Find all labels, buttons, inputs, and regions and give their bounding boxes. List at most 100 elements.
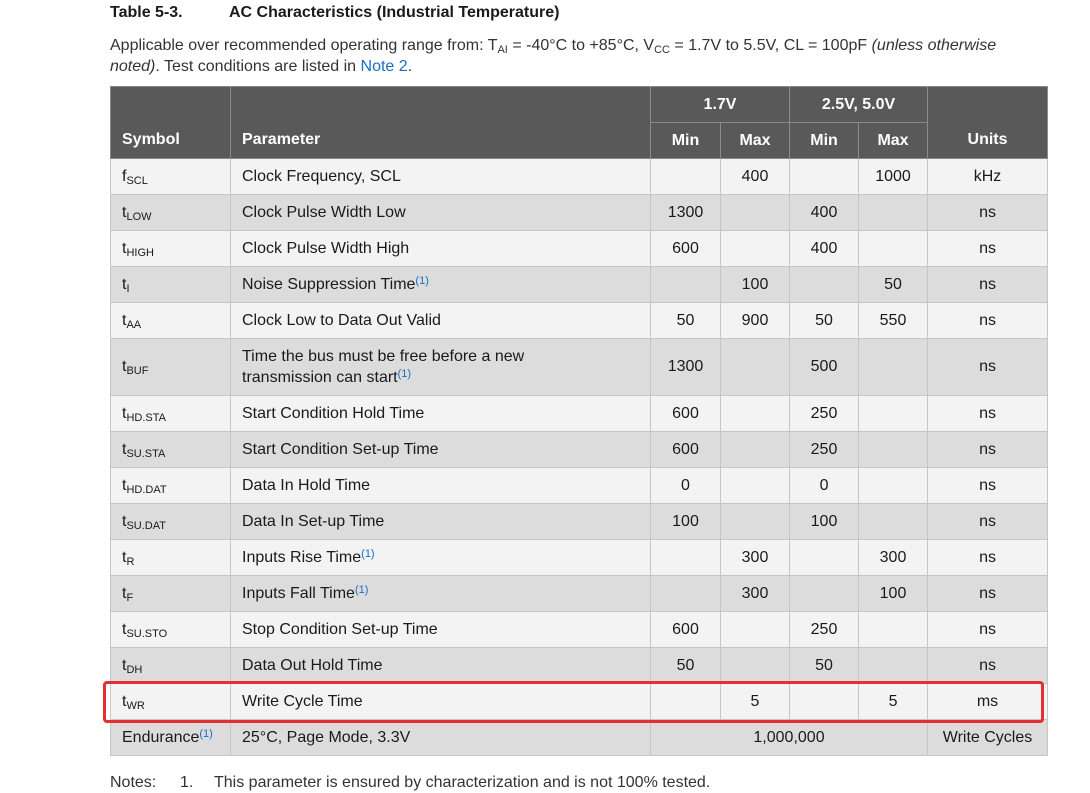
units-cell: ns	[927, 539, 1049, 576]
max-2v5	[858, 230, 929, 267]
endurance-label: Endurance(1)	[110, 719, 231, 756]
units-cell: ns	[927, 503, 1049, 540]
min-2v5: 100	[789, 503, 860, 540]
footnote-ref[interactable]: (1)	[398, 368, 411, 380]
max-1v7	[719, 431, 791, 468]
table-row: tR Inputs Rise Time(1) 300 300 ns	[110, 539, 1049, 576]
max-2v5	[858, 647, 929, 684]
max-1v7: 900	[719, 302, 791, 339]
units-cell: kHz	[927, 158, 1049, 195]
header-units: Units	[927, 86, 1049, 159]
units-cell: ns	[927, 395, 1049, 432]
min-2v5	[789, 683, 860, 720]
symbol-cell: tHD.DAT	[110, 467, 231, 504]
symbol-cell: tDH	[110, 647, 231, 684]
header-group-1-7v: 1.7V	[649, 86, 791, 123]
min-2v5: 250	[789, 431, 860, 468]
min-2v5	[789, 158, 860, 195]
min-2v5: 0	[789, 467, 860, 504]
min-2v5: 50	[789, 647, 860, 684]
intro-text: = 1.7V to 5.5V, CL = 100pF	[669, 37, 872, 54]
parameter-cell: Write Cycle Time	[230, 683, 651, 720]
min-1v7: 0	[650, 467, 721, 504]
min-1v7: 1300	[650, 194, 721, 231]
table-intro: Applicable over recommended operating ra…	[110, 35, 1040, 77]
note-2-link[interactable]: Note 2	[361, 58, 408, 75]
max-2v5: 5	[858, 683, 929, 720]
units-cell: ns	[927, 230, 1049, 267]
min-1v7	[650, 575, 721, 612]
header-group-2-5v-5-0v: 2.5V, 5.0V	[789, 86, 929, 123]
parameter-cell: Time the bus must be free before a new tr…	[230, 338, 651, 396]
header-min: Min	[650, 122, 721, 159]
header-max: Max	[719, 122, 791, 159]
max-2v5: 300	[858, 539, 929, 576]
parameter-cell: Data Out Hold Time	[230, 647, 651, 684]
endurance-row: Endurance(1) 25°C, Page Mode, 3.3V 1,000,0…	[110, 719, 1049, 756]
symbol-cell: tWR	[110, 683, 231, 720]
parameter-cell: Clock Pulse Width Low	[230, 194, 651, 231]
min-2v5: 50	[789, 302, 860, 339]
max-2v5: 550	[858, 302, 929, 339]
max-1v7	[719, 503, 791, 540]
min-2v5: 400	[789, 194, 860, 231]
parameter-cell: Clock Pulse Width High	[230, 230, 651, 267]
min-2v5	[789, 266, 860, 303]
max-1v7	[719, 647, 791, 684]
header-max: Max	[858, 122, 929, 159]
table-row: tSU.STO Stop Condition Set-up Time 600 250 n…	[110, 611, 1049, 648]
symbol-cell: tI	[110, 266, 231, 303]
table-row: tLOW Clock Pulse Width Low 1300 400 ns	[110, 194, 1049, 231]
max-2v5	[858, 194, 929, 231]
table-row: fSCL Clock Frequency, SCL 400 1000 kHz	[110, 158, 1049, 195]
symbol-cell: tAA	[110, 302, 231, 339]
max-1v7: 100	[719, 266, 791, 303]
notes-label: Notes:	[110, 774, 157, 791]
symbol-cell: fSCL	[110, 158, 231, 195]
intro-text: .	[407, 58, 413, 75]
ac-characteristics-table: Symbol Parameter 1.7V 2.5V, 5.0V Units M…	[110, 86, 1049, 756]
intro-text: . Test conditions are listed in	[155, 58, 361, 75]
symbol-cell: tSU.DAT	[110, 503, 231, 540]
parameter-cell: Stop Condition Set-up Time	[230, 611, 651, 648]
min-2v5	[789, 575, 860, 612]
max-2v5	[858, 338, 929, 396]
footnote-ref[interactable]: (1)	[355, 584, 368, 596]
min-1v7: 600	[650, 611, 721, 648]
max-1v7: 400	[719, 158, 791, 195]
footnote-ref[interactable]: (1)	[415, 275, 428, 287]
min-2v5: 250	[789, 395, 860, 432]
units-cell: ns	[927, 575, 1049, 612]
min-1v7	[650, 683, 721, 720]
max-2v5: 100	[858, 575, 929, 612]
footnote-ref[interactable]: (1)	[361, 548, 374, 560]
min-1v7	[650, 158, 721, 195]
max-1v7: 5	[719, 683, 791, 720]
min-1v7	[650, 266, 721, 303]
endurance-units: Write Cycles	[927, 719, 1049, 756]
units-cell: ns	[927, 611, 1049, 648]
symbol-cell: tSU.STA	[110, 431, 231, 468]
min-2v5	[789, 539, 860, 576]
symbol-cell: tBUF	[110, 338, 231, 396]
min-2v5: 500	[789, 338, 860, 396]
table-title: AC Characteristics (Industrial Temperatu…	[229, 4, 560, 21]
max-2v5	[858, 467, 929, 504]
table-row-highlighted: tWR Write Cycle Time 5 5 ms	[110, 683, 1049, 720]
note-number: 1.	[180, 774, 194, 791]
parameter-cell: Data In Hold Time	[230, 467, 651, 504]
max-2v5	[858, 503, 929, 540]
max-1v7: 300	[719, 539, 791, 576]
table-row: tHIGH Clock Pulse Width High 600 400 ns	[110, 230, 1049, 267]
max-1v7	[719, 338, 791, 396]
symbol-cell: tSU.STO	[110, 611, 231, 648]
min-2v5: 250	[789, 611, 860, 648]
min-2v5: 400	[789, 230, 860, 267]
table-number: Table 5-3.	[110, 4, 183, 21]
header-parameter: Parameter	[230, 86, 651, 159]
footnote-ref[interactable]: (1)	[199, 728, 212, 740]
table-row: tBUF Time the bus must be free before a n…	[110, 338, 1049, 396]
max-1v7	[719, 467, 791, 504]
units-cell: ns	[927, 431, 1049, 468]
table-row: tF Inputs Fall Time(1) 300 100 ns	[110, 575, 1049, 612]
